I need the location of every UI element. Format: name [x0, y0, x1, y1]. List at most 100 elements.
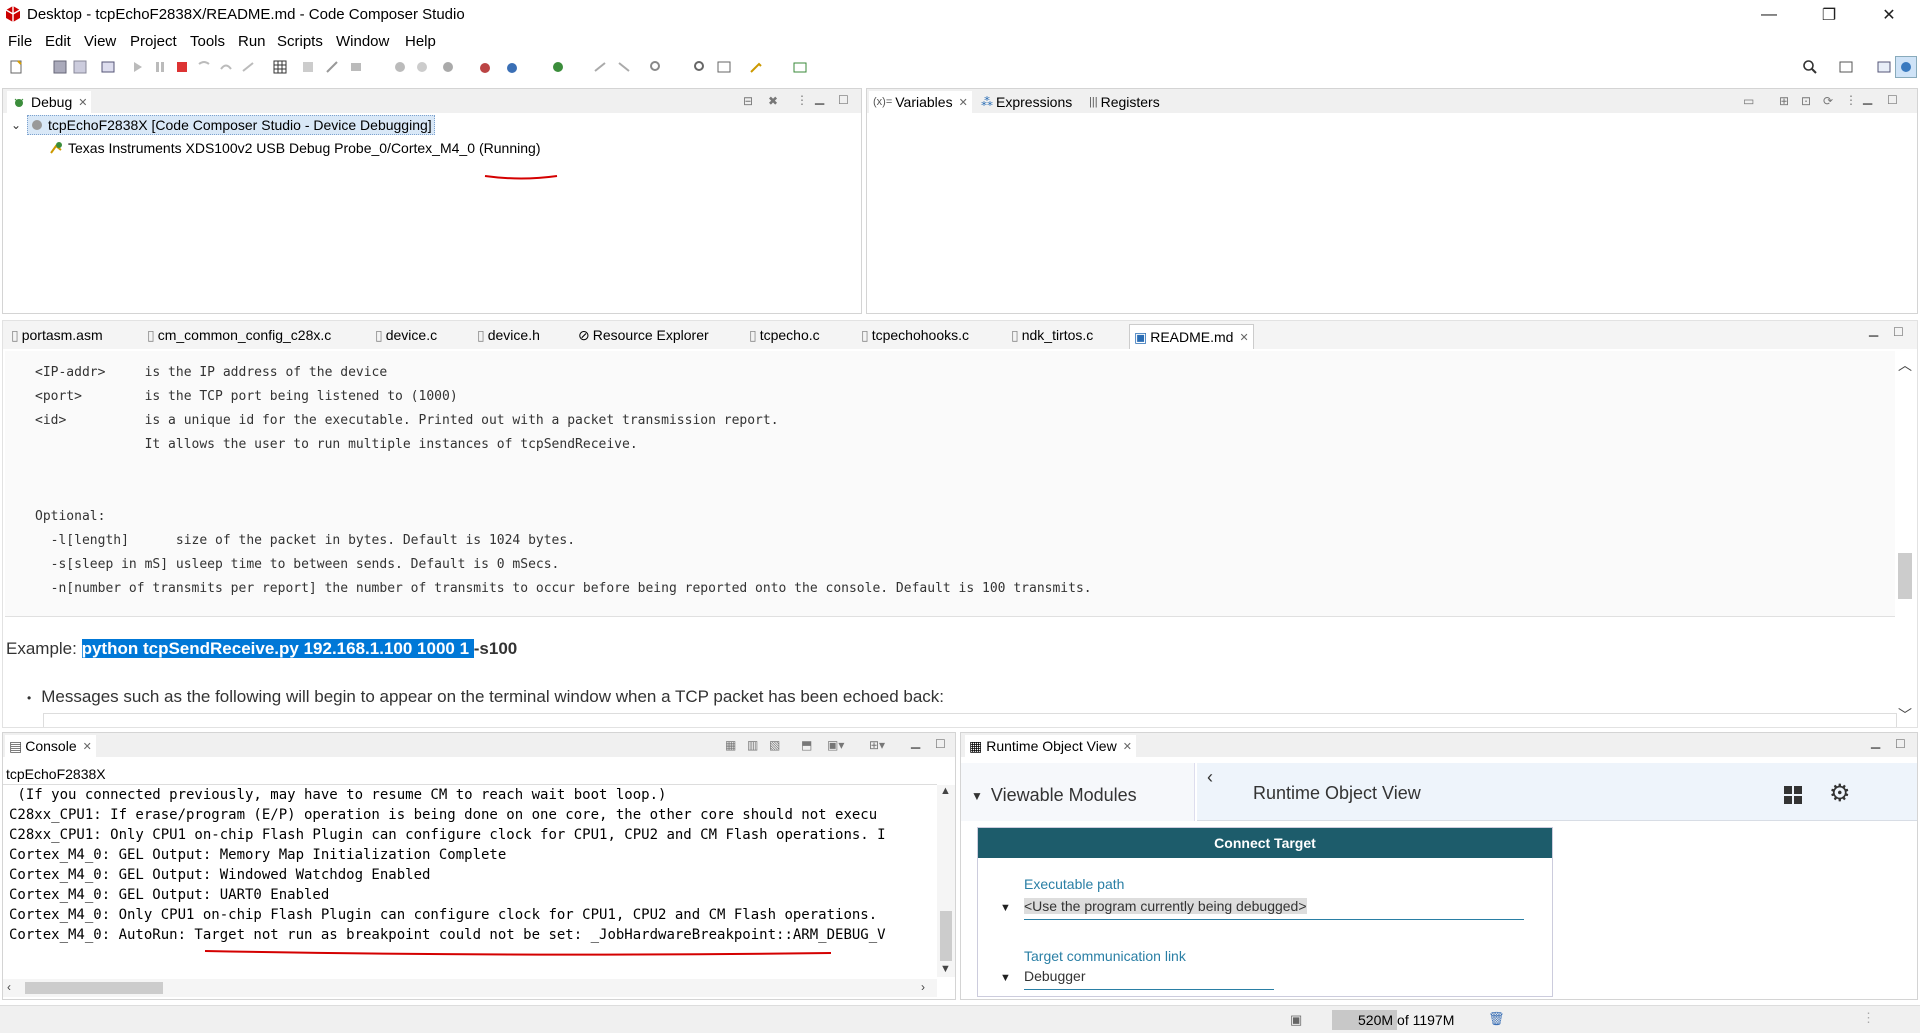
tab-tcpechohooks[interactable]: ▯ tcpechohooks.c — [857, 324, 973, 346]
close-icon[interactable]: ✕ — [1239, 331, 1248, 344]
clear-console-icon[interactable]: ▦ — [725, 738, 736, 752]
tab-device-c[interactable]: ▯ device.c — [371, 324, 441, 346]
menu-scripts[interactable]: Scripts — [277, 33, 323, 50]
expand-chevron-icon[interactable]: ⌄ — [11, 116, 21, 132]
scroll-down-icon[interactable]: ▼ — [940, 963, 951, 975]
editor-scrollbar[interactable]: ︿ ﹀ — [1895, 353, 1915, 725]
perspective-debug-button[interactable] — [1895, 56, 1917, 78]
scroll-thumb[interactable] — [1898, 553, 1912, 599]
step-return-icon[interactable] — [240, 59, 256, 75]
menu-run[interactable]: Run — [238, 33, 266, 50]
settings-gear-icon[interactable]: ⚙ — [1829, 779, 1851, 808]
terminate-icon[interactable] — [174, 59, 190, 75]
pin-console-icon[interactable]: ⬒ — [801, 738, 812, 752]
tab-portasm[interactable]: ▯ portasm.asm — [7, 324, 107, 346]
caret-down-icon[interactable]: ▼ — [1000, 972, 1011, 984]
next-annotation-icon[interactable] — [592, 59, 608, 75]
exec-path-select[interactable]: <Use the program currently being debugge… — [1024, 898, 1524, 920]
scroll-lock-icon[interactable]: ▥ — [747, 738, 758, 752]
minimize-view-icon[interactable]: ▁ — [1869, 323, 1878, 337]
refresh-icon[interactable]: ⟳ — [1823, 94, 1833, 108]
suspend-icon[interactable] — [152, 59, 168, 75]
layout-icon[interactable]: ▭ — [1743, 94, 1754, 108]
window-icon[interactable] — [716, 59, 732, 75]
new-icon[interactable] — [8, 59, 24, 75]
target-config-icon[interactable] — [504, 59, 520, 75]
select-all-icon[interactable]: ⊡ — [1801, 94, 1811, 108]
collapse-all-icon[interactable]: ⊟ — [743, 94, 753, 108]
tab-readme[interactable]: ▣ README.md ✕ — [1129, 324, 1254, 349]
comm-link-select[interactable]: Debugger — [1024, 968, 1274, 990]
menu-project[interactable]: Project — [130, 33, 177, 50]
scroll-thumb[interactable] — [940, 911, 952, 961]
menu-window[interactable]: Window — [336, 33, 389, 50]
menu-tools[interactable]: Tools — [190, 33, 225, 50]
tree-item-session[interactable]: tcpEchoF2838X [Code Composer Studio - De… — [27, 115, 435, 135]
heap-status[interactable]: 520M of 1197M — [1332, 1010, 1482, 1030]
view-menu-icon[interactable]: ⋮ — [1845, 93, 1857, 107]
save-all-icon[interactable] — [72, 59, 88, 75]
prev-annotation-icon[interactable] — [616, 59, 632, 75]
scroll-up-icon[interactable]: ▲ — [940, 785, 951, 797]
new-expression-icon[interactable]: ⊞ — [1779, 94, 1789, 108]
perspective-edit-icon[interactable] — [1838, 59, 1854, 75]
find-icon[interactable] — [692, 59, 708, 75]
console-hscrollbar[interactable]: ‹ › — [3, 979, 937, 997]
step-over-icon[interactable] — [218, 59, 234, 75]
menu-edit[interactable]: Edit — [45, 33, 71, 50]
close-icon[interactable]: ✕ — [78, 96, 87, 109]
scroll-thumb[interactable] — [25, 982, 163, 994]
back-chevron-icon[interactable]: ‹ — [1207, 767, 1213, 788]
tab-console[interactable]: ▤ Console ✕ — [5, 735, 96, 757]
registers-icon[interactable] — [300, 59, 316, 75]
graph-icon[interactable] — [392, 59, 408, 75]
maximize-view-icon[interactable]: ☐ — [1887, 93, 1898, 107]
scroll-right-icon[interactable]: › — [921, 980, 925, 994]
maximize-view-icon[interactable]: ☐ — [1893, 325, 1904, 339]
breakpoint-icon[interactable] — [324, 59, 340, 75]
remove-terminated-icon[interactable]: ✖ — [768, 94, 778, 108]
close-button[interactable]: ✕ — [1866, 0, 1912, 30]
tab-debug[interactable]: Debug ✕ — [7, 91, 92, 113]
console-vscrollbar[interactable]: ▲ ▼ — [937, 785, 955, 977]
tab-expressions[interactable]: ⁂ Expressions — [977, 91, 1076, 113]
view-menu-icon[interactable]: ⋮ — [796, 93, 808, 107]
caret-down-icon[interactable]: ▼ — [1000, 902, 1011, 914]
perspective-ccs-edit-icon[interactable] — [1876, 59, 1892, 75]
profile-icon[interactable] — [440, 59, 456, 75]
scroll-down-icon[interactable]: ﹀ — [1898, 705, 1912, 725]
tab-device-h[interactable]: ▯ device.h — [473, 324, 544, 346]
maximize-view-icon[interactable]: ☐ — [1895, 737, 1906, 751]
search-icon[interactable] — [1802, 59, 1818, 75]
restore-button[interactable]: ❐ — [1806, 0, 1852, 30]
close-icon[interactable]: ✕ — [83, 740, 92, 753]
minimize-button[interactable]: — — [1746, 0, 1792, 30]
debug-icon[interactable] — [550, 59, 566, 75]
tab-ndk-tirtos[interactable]: ▯ ndk_tirtos.c — [1007, 324, 1097, 346]
connect-target-button[interactable]: Connect Target — [978, 828, 1552, 858]
word-wrap-icon[interactable]: ▧ — [769, 738, 780, 752]
display-console-icon[interactable]: ▣▾ — [827, 738, 844, 752]
menu-view[interactable]: View — [84, 33, 116, 50]
minimize-view-icon[interactable]: ▁ — [1863, 91, 1872, 105]
memory-browser-icon[interactable] — [272, 59, 288, 75]
example-selection[interactable]: python tcpSendReceive.py 192.168.1.100 1… — [81, 639, 474, 658]
step-into-icon[interactable] — [196, 59, 212, 75]
hardware-icon[interactable] — [348, 59, 364, 75]
search-tool-icon[interactable] — [648, 59, 664, 75]
tab-resource-explorer[interactable]: ⊘ Resource Explorer — [574, 324, 713, 346]
trace-icon[interactable] — [414, 59, 430, 75]
minimize-view-icon[interactable]: ▁ — [911, 735, 920, 749]
tree-item-probe[interactable]: Texas Instruments XDS100v2 USB Debug Pro… — [49, 140, 540, 156]
garbage-collect-icon[interactable]: 🗑 — [1488, 1011, 1505, 1027]
minimize-view-icon[interactable]: ▁ — [1871, 735, 1880, 749]
dashboard-icon[interactable] — [1783, 785, 1803, 805]
minimize-view-icon[interactable]: ▁ — [815, 91, 824, 105]
menu-file[interactable]: File — [8, 33, 32, 50]
scroll-up-icon[interactable]: ︿ — [1898, 355, 1912, 375]
tab-variables[interactable]: (x)= Variables ✕ — [869, 91, 972, 113]
open-console-icon[interactable]: ⊞▾ — [869, 738, 885, 752]
close-icon[interactable]: ✕ — [959, 96, 968, 109]
debug-console-icon[interactable] — [100, 59, 116, 75]
pin-icon[interactable] — [748, 59, 764, 75]
